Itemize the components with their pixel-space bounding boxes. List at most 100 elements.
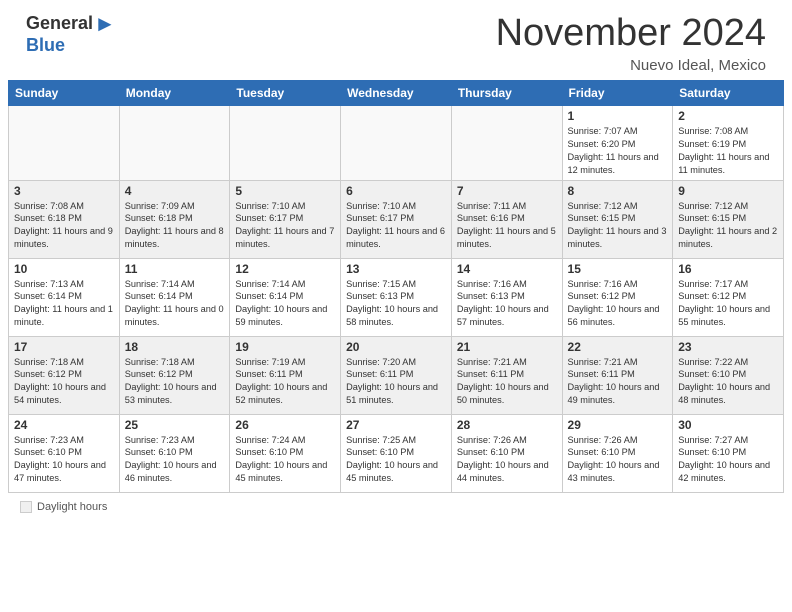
day-number: 19	[235, 340, 335, 354]
day-info: Sunrise: 7:14 AM Sunset: 6:14 PM Dayligh…	[125, 278, 225, 330]
day-info: Sunrise: 7:17 AM Sunset: 6:12 PM Dayligh…	[678, 278, 778, 330]
header-monday: Monday	[119, 81, 230, 106]
day-number: 27	[346, 418, 446, 432]
day-number: 3	[14, 184, 114, 198]
day-number: 10	[14, 262, 114, 276]
day-info: Sunrise: 7:26 AM Sunset: 6:10 PM Dayligh…	[457, 434, 557, 486]
calendar-week-row: 10Sunrise: 7:13 AM Sunset: 6:14 PM Dayli…	[9, 258, 784, 336]
day-info: Sunrise: 7:08 AM Sunset: 6:18 PM Dayligh…	[14, 200, 114, 252]
table-row	[119, 106, 230, 181]
table-row: 20 Sunrise: 7:20 AM Sunset: 6:11 PM Dayli…	[341, 336, 452, 414]
table-row: 15 Sunrise: 7:16 AM Sunset: 6:12 PM Dayli…	[562, 258, 673, 336]
day-number: 20	[346, 340, 446, 354]
table-row: 25Sunrise: 7:23 AM Sunset: 6:10 PM Dayli…	[119, 414, 230, 492]
day-number: 11	[125, 262, 225, 276]
day-number: 18	[125, 340, 225, 354]
day-info: Sunrise: 7:15 AM Sunset: 6:13 PM Dayligh…	[346, 278, 446, 330]
calendar-week-row: 3 Sunrise: 7:08 AM Sunset: 6:18 PM Daylig…	[9, 180, 784, 258]
table-row: 9 Sunrise: 7:12 AM Sunset: 6:15 PM Daylig…	[673, 180, 784, 258]
calendar-footer: Daylight hours	[8, 497, 784, 517]
day-number: 5	[235, 184, 335, 198]
table-row: 21 Sunrise: 7:21 AM Sunset: 6:11 PM Dayli…	[451, 336, 562, 414]
day-number: 17	[14, 340, 114, 354]
daylight-indicator	[20, 501, 32, 513]
day-number: 29	[568, 418, 668, 432]
day-info: Sunrise: 7:19 AM Sunset: 6:11 PM Dayligh…	[235, 356, 335, 408]
page-header: General ► Blue November 2024 Nuevo Ideal…	[8, 0, 784, 80]
header-wednesday: Wednesday	[341, 81, 452, 106]
day-number: 13	[346, 262, 446, 276]
calendar-week-row: 1 Sunrise: 7:07 AM Sunset: 6:20 PM Daylig…	[9, 106, 784, 181]
table-row: 14 Sunrise: 7:16 AM Sunset: 6:13 PM Dayli…	[451, 258, 562, 336]
day-info: Sunrise: 7:22 AM Sunset: 6:10 PM Dayligh…	[678, 356, 778, 408]
day-info: Sunrise: 7:10 AM Sunset: 6:17 PM Dayligh…	[346, 200, 446, 252]
day-info: Sunrise: 7:16 AM Sunset: 6:12 PM Dayligh…	[568, 278, 668, 330]
day-number: 6	[346, 184, 446, 198]
title-block: November 2024 Nuevo Ideal, Mexico	[496, 12, 766, 74]
day-info: Sunrise: 7:20 AM Sunset: 6:11 PM Dayligh…	[346, 356, 446, 408]
day-number: 28	[457, 418, 557, 432]
table-row: 10Sunrise: 7:13 AM Sunset: 6:14 PM Dayli…	[9, 258, 120, 336]
table-row	[9, 106, 120, 181]
table-row: 24 Sunrise: 7:23 AM Sunset: 6:10 PM Dayli…	[9, 414, 120, 492]
day-info: Sunrise: 7:07 AM Sunset: 6:20 PM Dayligh…	[568, 125, 668, 177]
day-number: 14	[457, 262, 557, 276]
table-row: 19 Sunrise: 7:19 AM Sunset: 6:11 PM Dayli…	[230, 336, 341, 414]
daylight-label: Daylight hours	[37, 501, 107, 513]
table-row: 29 Sunrise: 7:26 AM Sunset: 6:10 PM Dayli…	[562, 414, 673, 492]
day-info: Sunrise: 7:12 AM Sunset: 6:15 PM Dayligh…	[678, 200, 778, 252]
calendar-table: Sunday Monday Tuesday Wednesday Thursday…	[8, 80, 784, 493]
table-row: 13 Sunrise: 7:15 AM Sunset: 6:13 PM Dayli…	[341, 258, 452, 336]
table-row	[230, 106, 341, 181]
table-row	[341, 106, 452, 181]
day-number: 25	[125, 418, 225, 432]
table-row: 28 Sunrise: 7:26 AM Sunset: 6:10 PM Dayli…	[451, 414, 562, 492]
day-info: Sunrise: 7:10 AM Sunset: 6:17 PM Dayligh…	[235, 200, 335, 252]
day-number: 24	[14, 418, 114, 432]
day-info: Sunrise: 7:21 AM Sunset: 6:11 PM Dayligh…	[457, 356, 557, 408]
table-row: 1 Sunrise: 7:07 AM Sunset: 6:20 PM Daylig…	[562, 106, 673, 181]
day-info: Sunrise: 7:12 AM Sunset: 6:15 PM Dayligh…	[568, 200, 668, 252]
calendar-week-row: 24 Sunrise: 7:23 AM Sunset: 6:10 PM Dayli…	[9, 414, 784, 492]
day-number: 12	[235, 262, 335, 276]
table-row: 4Sunrise: 7:09 AM Sunset: 6:18 PM Daylig…	[119, 180, 230, 258]
day-info: Sunrise: 7:23 AM Sunset: 6:10 PM Dayligh…	[14, 434, 114, 486]
table-row: 11 Sunrise: 7:14 AM Sunset: 6:14 PM Dayli…	[119, 258, 230, 336]
day-number: 21	[457, 340, 557, 354]
logo-arrow-icon: ►	[94, 12, 116, 36]
day-number: 26	[235, 418, 335, 432]
table-row: 3 Sunrise: 7:08 AM Sunset: 6:18 PM Daylig…	[9, 180, 120, 258]
day-info: Sunrise: 7:08 AM Sunset: 6:19 PM Dayligh…	[678, 125, 778, 177]
logo-general-text: General	[26, 14, 93, 34]
day-number: 15	[568, 262, 668, 276]
table-row: 23Sunrise: 7:22 AM Sunset: 6:10 PM Dayli…	[673, 336, 784, 414]
day-info: Sunrise: 7:21 AM Sunset: 6:11 PM Dayligh…	[568, 356, 668, 408]
day-number: 7	[457, 184, 557, 198]
day-info: Sunrise: 7:27 AM Sunset: 6:10 PM Dayligh…	[678, 434, 778, 486]
day-number: 22	[568, 340, 668, 354]
day-info: Sunrise: 7:25 AM Sunset: 6:10 PM Dayligh…	[346, 434, 446, 486]
calendar-week-row: 17Sunrise: 7:18 AM Sunset: 6:12 PM Dayli…	[9, 336, 784, 414]
day-number: 9	[678, 184, 778, 198]
table-row: 26Sunrise: 7:24 AM Sunset: 6:10 PM Dayli…	[230, 414, 341, 492]
calendar-header-row: Sunday Monday Tuesday Wednesday Thursday…	[9, 81, 784, 106]
header-sunday: Sunday	[9, 81, 120, 106]
day-info: Sunrise: 7:11 AM Sunset: 6:16 PM Dayligh…	[457, 200, 557, 252]
day-number: 2	[678, 109, 778, 123]
table-row: 8Sunrise: 7:12 AM Sunset: 6:15 PM Daylig…	[562, 180, 673, 258]
table-row: 16 Sunrise: 7:17 AM Sunset: 6:12 PM Dayli…	[673, 258, 784, 336]
day-info: Sunrise: 7:26 AM Sunset: 6:10 PM Dayligh…	[568, 434, 668, 486]
day-info: Sunrise: 7:09 AM Sunset: 6:18 PM Dayligh…	[125, 200, 225, 252]
logo: General ► Blue	[26, 12, 116, 56]
location-text: Nuevo Ideal, Mexico	[496, 57, 766, 74]
header-saturday: Saturday	[673, 81, 784, 106]
header-thursday: Thursday	[451, 81, 562, 106]
table-row: 18Sunrise: 7:18 AM Sunset: 6:12 PM Dayli…	[119, 336, 230, 414]
table-row: 17Sunrise: 7:18 AM Sunset: 6:12 PM Dayli…	[9, 336, 120, 414]
day-number: 16	[678, 262, 778, 276]
table-row: 30Sunrise: 7:27 AM Sunset: 6:10 PM Dayli…	[673, 414, 784, 492]
table-row: 5 Sunrise: 7:10 AM Sunset: 6:17 PM Daylig…	[230, 180, 341, 258]
day-number: 1	[568, 109, 668, 123]
table-row: 22 Sunrise: 7:21 AM Sunset: 6:11 PM Dayli…	[562, 336, 673, 414]
day-info: Sunrise: 7:16 AM Sunset: 6:13 PM Dayligh…	[457, 278, 557, 330]
